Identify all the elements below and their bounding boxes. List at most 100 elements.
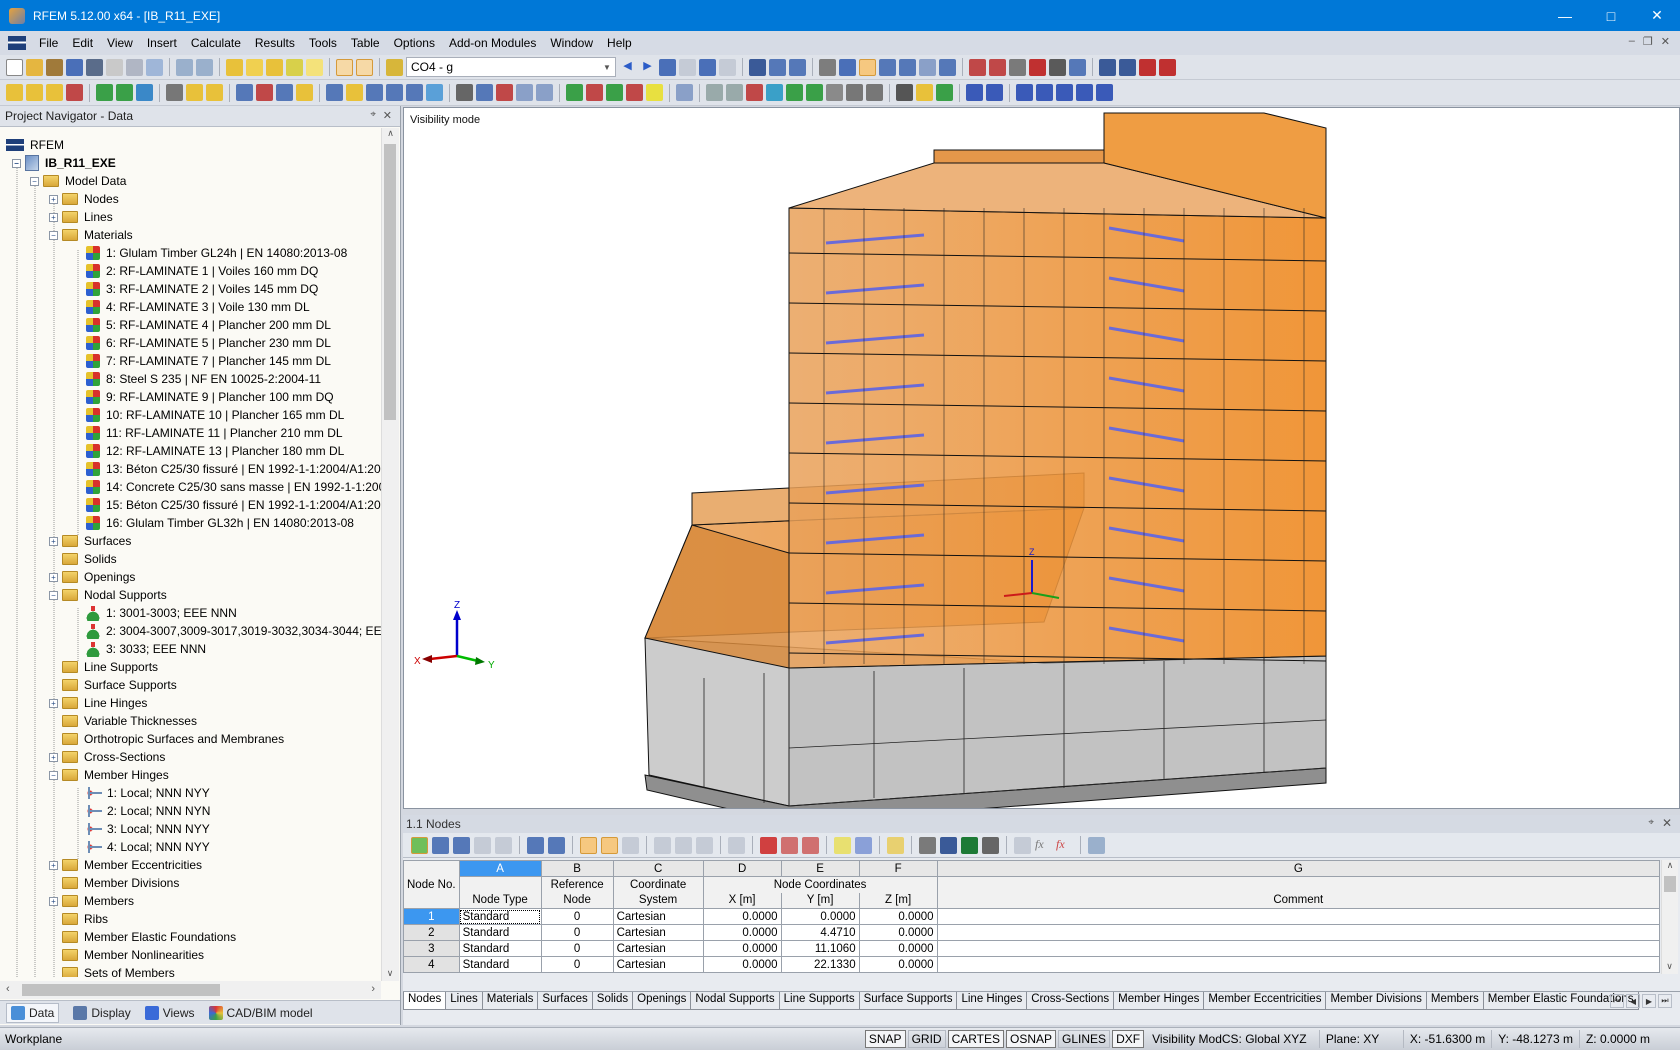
pick-icon[interactable] (286, 58, 303, 76)
tree-ribs[interactable]: Ribs (62, 910, 108, 928)
wizard-icon[interactable] (916, 84, 933, 101)
table-row[interactable]: 1 Standard 0 Cartesian 0.0000 0.0000 0.0… (403, 908, 1661, 925)
grid-toggle[interactable]: GRID (907, 1030, 946, 1048)
material-item[interactable]: 11: RF-LAMINATE 11 | Plancher 210 mm DL (86, 424, 343, 442)
model-icon[interactable] (939, 58, 956, 76)
member-hinge-item[interactable]: 2: Local; NNN NYN (84, 802, 210, 820)
first-tab-icon[interactable]: ⏮ (1610, 994, 1624, 1008)
sheet-tab-materials[interactable]: Materials (481, 992, 539, 1010)
redo-icon[interactable] (196, 58, 213, 76)
cartes-toggle[interactable]: CARTES (947, 1030, 1005, 1048)
material-item[interactable]: 9: RF-LAMINATE 9 | Plancher 100 mm DQ (86, 388, 334, 406)
scroll-thumb[interactable] (384, 144, 396, 420)
frame-view-1-icon[interactable] (966, 84, 983, 101)
cell-node-type[interactable]: Standard (458, 924, 542, 941)
expand-icon[interactable]: + (49, 860, 58, 870)
cell-node-type[interactable]: Standard (458, 908, 542, 925)
cell-reference-node[interactable]: 0 (540, 956, 614, 973)
material-item[interactable]: 16: Glulam Timber GL32h | EN 14080:2013-… (86, 514, 354, 532)
table-scroll-thumb[interactable] (1664, 876, 1676, 892)
cell-x[interactable]: 0.0000 (702, 940, 782, 957)
menu-add-on-modules[interactable]: Add-on Modules (442, 36, 543, 50)
nodal-support-item[interactable]: 1: 3001-3003; EEE NNN (86, 604, 237, 622)
last-tab-icon[interactable]: ⏭ (1658, 994, 1672, 1008)
zoom-window-icon[interactable] (476, 84, 493, 101)
zoom-all-icon[interactable] (496, 84, 513, 101)
edit-model-icon[interactable] (226, 58, 243, 76)
edit-mode-icon[interactable] (411, 836, 428, 854)
paste-icon[interactable] (696, 836, 713, 854)
material-item[interactable]: 15: Béton C25/30 fissuré | EN 1992-1-1:2… (86, 496, 381, 514)
tree-root-rfem[interactable]: RFEM (6, 136, 64, 154)
model-3d-view[interactable]: Visibility mode Z Z X Y (403, 107, 1680, 809)
tree-nodes[interactable]: + Nodes (49, 190, 119, 208)
solid-icon[interactable] (236, 84, 253, 101)
table-row[interactable]: 4 Standard 0 Cartesian 0.0000 22.1330 0.… (403, 956, 1661, 973)
tree-project[interactable]: − IB_R11_EXE (12, 154, 116, 172)
cell-reference-node[interactable]: 0 (540, 924, 614, 941)
tree-solids[interactable]: Solids (62, 550, 117, 568)
edit-icon[interactable] (887, 836, 904, 854)
minimize-button[interactable]: — (1542, 0, 1588, 31)
cell-z[interactable]: 0.0000 (858, 956, 938, 973)
column-g-header[interactable]: G (936, 860, 1661, 877)
open-icon[interactable] (26, 58, 43, 76)
expand-icon[interactable]: + (49, 572, 58, 582)
expand-icon[interactable]: + (49, 194, 58, 204)
column-d-header[interactable]: D (702, 860, 782, 877)
expand-icon[interactable]: + (49, 896, 58, 906)
scroll-left-icon[interactable]: ‹ (6, 983, 10, 995)
collapse-icon[interactable]: − (49, 590, 58, 600)
mdi-close-icon[interactable]: ✕ (1661, 35, 1670, 48)
material-item[interactable]: 5: RF-LAMINATE 4 | Plancher 200 mm DL (86, 316, 331, 334)
cell-comment[interactable] (936, 908, 1661, 925)
sheet-tab-line-supports[interactable]: Line Supports (778, 992, 860, 1010)
rotate-icon[interactable] (1069, 58, 1086, 76)
sheet-tab-lines[interactable]: Lines (445, 992, 483, 1010)
tree-nodal-supports[interactable]: − Nodal Supports (49, 586, 167, 604)
previous-table-icon[interactable] (527, 836, 544, 854)
cell-node-type[interactable]: Standard (458, 940, 542, 957)
coordinate-system-status[interactable]: CS: Global XYZ (1222, 1030, 1320, 1048)
print-icon[interactable] (126, 58, 143, 76)
cell-y[interactable]: 22.1330 (780, 956, 860, 973)
table-toggle-icon[interactable] (356, 58, 373, 76)
dimension-icon[interactable] (989, 58, 1006, 76)
navigator-toggle-icon[interactable] (336, 58, 353, 76)
table-view-icon[interactable] (866, 84, 883, 101)
cell-coordinate-system[interactable]: Cartesian (612, 956, 704, 973)
material-item[interactable]: 3: RF-LAMINATE 2 | Voiles 145 mm DQ (86, 280, 318, 298)
surface-icon[interactable] (766, 84, 783, 101)
animate-table-icon[interactable] (940, 836, 957, 854)
new-surface-icon[interactable] (66, 84, 83, 101)
cell-x[interactable]: 0.0000 (702, 924, 782, 941)
view-z-icon[interactable] (606, 84, 623, 101)
frame-view-7-icon[interactable] (1096, 84, 1113, 101)
sheet-tab-member-divisions[interactable]: Member Divisions (1325, 992, 1427, 1010)
snap-toggle[interactable]: SNAP (864, 1030, 906, 1048)
isometric-icon[interactable] (516, 84, 533, 101)
scroll-up-icon[interactable]: ∧ (1662, 860, 1678, 871)
cell-comment[interactable] (936, 940, 1661, 957)
previous-tab-icon[interactable]: ◀ (1626, 994, 1640, 1008)
mdi-restore-icon[interactable]: ❐ (1643, 35, 1653, 48)
collapse-icon[interactable]: − (12, 158, 21, 168)
tree-member-elastic-foundations[interactable]: Member Elastic Foundations (62, 928, 236, 946)
column-a-header[interactable]: A (458, 860, 542, 877)
material-item[interactable]: 1: Glulam Timber GL24h | EN 14080:2013-0… (86, 244, 347, 262)
sheet-tab-member-eccentricities[interactable]: Member Eccentricities (1203, 992, 1327, 1010)
filter-icon[interactable] (899, 58, 916, 76)
grid-line-icon[interactable] (706, 84, 723, 101)
cell-comment[interactable] (936, 956, 1661, 973)
material-item[interactable]: 13: Béton C25/30 fissuré | EN 1992-1-1:2… (86, 460, 381, 478)
menu-file[interactable]: File (32, 36, 65, 50)
nav-tab-views[interactable]: Views (144, 1005, 195, 1020)
tree-lines[interactable]: + Lines (49, 208, 113, 226)
sheet-tab-members[interactable]: Members (1425, 992, 1484, 1010)
settings-icon[interactable] (919, 836, 936, 854)
material-item[interactable]: 10: RF-LAMINATE 10 | Plancher 165 mm DL (86, 406, 344, 424)
dimension-line-icon[interactable] (166, 84, 183, 101)
sheet-tab-nodes[interactable]: Nodes (403, 992, 447, 1010)
scroll-right-icon[interactable]: › (371, 983, 375, 995)
sections-icon[interactable] (789, 58, 806, 76)
